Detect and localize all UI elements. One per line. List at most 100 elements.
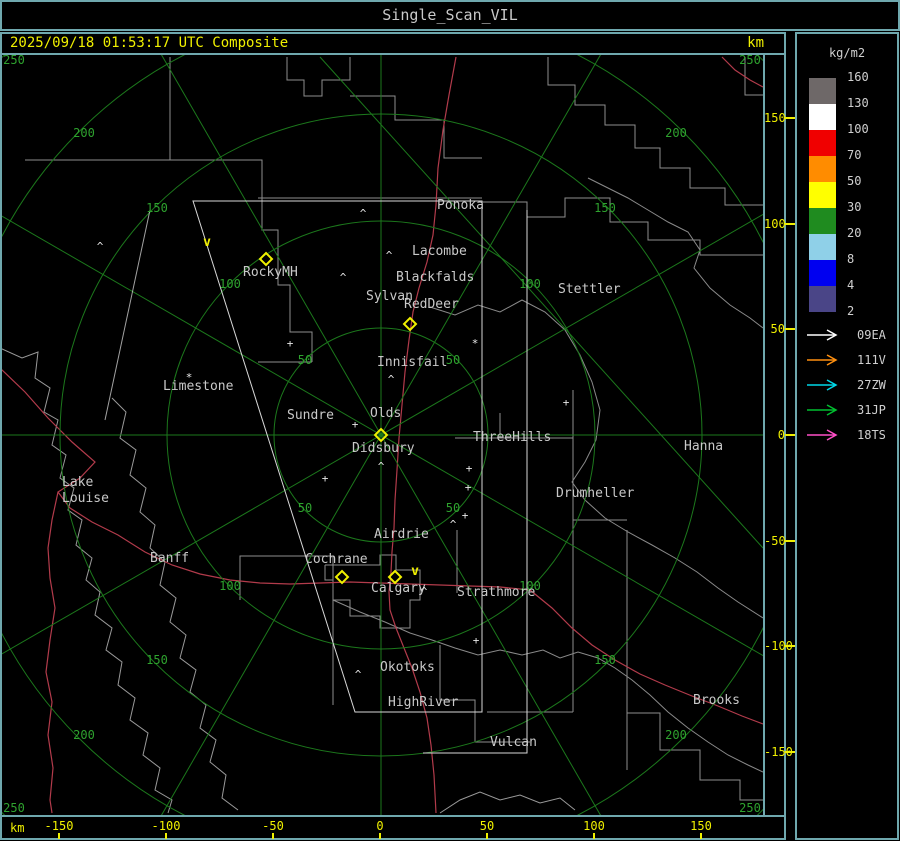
svg-text:250: 250 bbox=[739, 801, 761, 815]
right-axis-tick-mark bbox=[785, 117, 795, 120]
bottom-axis-tick-label: -100 bbox=[151, 819, 181, 833]
svg-text:^: ^ bbox=[450, 518, 457, 531]
svg-text:250: 250 bbox=[739, 55, 761, 67]
svg-text:^: ^ bbox=[386, 249, 393, 262]
city-label: RedDeer bbox=[404, 297, 459, 312]
svg-text:+: + bbox=[462, 509, 469, 522]
svg-text:^: ^ bbox=[355, 668, 362, 681]
svg-text:200: 200 bbox=[665, 728, 687, 742]
colorbar-value-label: 50 bbox=[847, 174, 862, 188]
svg-text:50: 50 bbox=[298, 353, 312, 367]
radar-legend-row: 31JP bbox=[805, 403, 886, 417]
site-diamond-icon bbox=[334, 569, 350, 585]
svg-text:+: + bbox=[465, 481, 472, 494]
right-axis-tick-mark bbox=[785, 222, 795, 225]
right-axis-unit-label: km bbox=[747, 35, 764, 51]
right-axis-tick-label: -100 bbox=[764, 639, 793, 654]
radar-arrow-icon bbox=[807, 329, 838, 341]
city-label: Blackfalds bbox=[396, 270, 474, 285]
city-label: Banff bbox=[150, 551, 189, 566]
city-label: Hanna bbox=[684, 439, 723, 454]
legend-sidebar: kg/m2 160 130 100 70 50 30 20 8 4 2 09EA 111V 27ZW 3… bbox=[795, 32, 899, 840]
city-label: Louise bbox=[62, 491, 109, 506]
svg-text:150: 150 bbox=[594, 653, 616, 667]
city-label: Vulcan bbox=[490, 735, 537, 750]
right-axis-tick-mark bbox=[785, 539, 795, 542]
radar-legend-row: 27ZW bbox=[805, 378, 886, 392]
svg-text:+: + bbox=[473, 634, 480, 647]
right-axis-tick-label: 0 bbox=[777, 428, 785, 442]
right-axis-tick-mark bbox=[785, 645, 795, 648]
bottom-axis-tick-label: 50 bbox=[479, 819, 495, 833]
svg-text:250: 250 bbox=[3, 801, 25, 815]
bottom-axis-tick-label: 150 bbox=[690, 819, 712, 833]
timestamp-bar: 2025/09/18 01:53:17 UTC Composite km bbox=[2, 34, 784, 53]
colorbar-swatch bbox=[809, 156, 836, 182]
city-label: Stettler bbox=[558, 282, 621, 297]
city-label: Okotoks bbox=[380, 660, 435, 675]
city-label: Limestone bbox=[163, 379, 234, 394]
colorbar-value-label: 4 bbox=[847, 278, 855, 292]
svg-text:100: 100 bbox=[219, 579, 241, 593]
svg-text:^: ^ bbox=[360, 207, 367, 220]
colorbar-swatch bbox=[809, 260, 836, 286]
bottom-axis-tick-mark bbox=[700, 833, 702, 839]
county-boundaries bbox=[25, 57, 763, 801]
colorbar-swatch bbox=[809, 104, 836, 130]
scan-timestamp: 2025/09/18 01:53:17 UTC Composite bbox=[10, 35, 289, 51]
svg-text:^: ^ bbox=[421, 585, 428, 598]
right-axis-tick-label: -150 bbox=[764, 744, 793, 759]
svg-text:^: ^ bbox=[378, 460, 385, 473]
colorbar-unit-label: kg/m2 bbox=[828, 46, 866, 60]
radar-id-label: 111V bbox=[857, 353, 886, 367]
bottom-axis-tick-label: -150 bbox=[44, 819, 74, 833]
svg-text:*: * bbox=[186, 371, 193, 384]
city-label: Calgary bbox=[371, 581, 426, 596]
right-axis-tick-label: -50 bbox=[764, 533, 786, 548]
bottom-distance-axis: km -150 -100 -50 0 50 100 150 bbox=[0, 817, 786, 841]
city-label: Cochrane bbox=[305, 552, 368, 567]
radar-legend-row: 18TS bbox=[805, 428, 886, 442]
city-label: Brooks bbox=[693, 693, 740, 708]
colorbar-value-label: 130 bbox=[847, 96, 869, 110]
right-distance-axis: 150 100 50 0 -50 -100 -150 bbox=[764, 55, 795, 815]
bottom-axis-tick-label: -50 bbox=[262, 819, 284, 833]
svg-text:+: + bbox=[466, 462, 473, 475]
colorbar-swatch bbox=[809, 182, 836, 208]
city-label: Sundre bbox=[287, 408, 334, 423]
city-labels: PonokaLacombeBlackfaldsSylvanRedDeerStet… bbox=[62, 198, 740, 750]
radar-map-canvas[interactable]: 50 50 50 50 100 100 100 100 150 150 150 150 200 200 20… bbox=[2, 55, 763, 815]
colorbar-value-label: 160 bbox=[847, 70, 869, 84]
city-label: Airdrie bbox=[374, 527, 429, 542]
colorbar-value-label: 100 bbox=[847, 122, 869, 136]
colorbar-value-label: 8 bbox=[847, 252, 855, 266]
svg-text:200: 200 bbox=[665, 126, 687, 140]
rivers bbox=[332, 177, 763, 773]
azimuth-radials bbox=[2, 55, 763, 815]
svg-text:+: + bbox=[563, 396, 570, 409]
radar-id-label: 09EA bbox=[857, 328, 886, 342]
svg-text:+: + bbox=[287, 337, 294, 350]
window-title-bar: Single_Scan_VIL bbox=[0, 0, 900, 31]
svg-text:50: 50 bbox=[446, 501, 460, 515]
city-label: RockyMH bbox=[243, 265, 298, 280]
radar-arrow-icon bbox=[807, 404, 838, 416]
svg-text:+: + bbox=[322, 472, 329, 485]
city-label: ThreeHills bbox=[473, 430, 551, 445]
city-label: Lake bbox=[62, 475, 93, 490]
radar-legend-row: 111V bbox=[805, 353, 886, 367]
bottom-axis-tick-mark bbox=[593, 833, 595, 839]
radar-arrow-icon bbox=[807, 379, 838, 391]
bottom-axis-tick-mark bbox=[379, 833, 381, 839]
svg-text:200: 200 bbox=[73, 126, 95, 140]
svg-text:50: 50 bbox=[298, 501, 312, 515]
window-title: Single_Scan_VIL bbox=[382, 6, 518, 24]
colorbar-swatch bbox=[809, 286, 836, 312]
bottom-axis-tick-label: 0 bbox=[376, 819, 384, 833]
radar-map-svg[interactable]: 50 5050 50100 100100 100150 150150 150200 20020… bbox=[2, 55, 763, 815]
svg-text:250: 250 bbox=[3, 55, 25, 67]
svg-text:200: 200 bbox=[73, 728, 95, 742]
bottom-axis-tick-mark bbox=[58, 833, 60, 839]
city-label: Strathmore bbox=[457, 585, 535, 600]
city-label: Lacombe bbox=[412, 244, 467, 259]
